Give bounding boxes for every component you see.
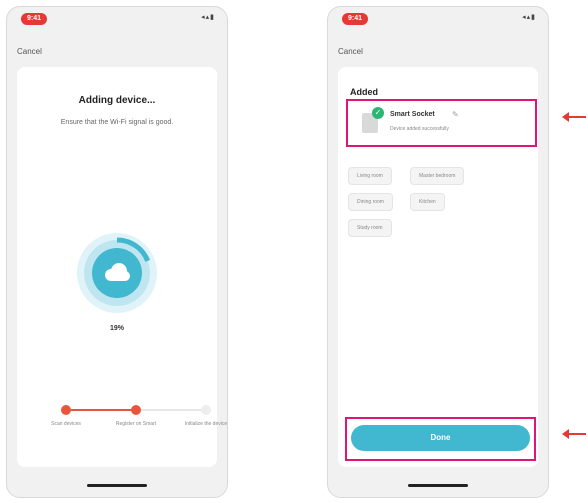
step-dot-register [131,405,141,415]
page-title: Adding device... [78,95,156,106]
room-chip[interactable]: Living room [348,167,392,185]
step-connector-pending [141,409,203,411]
step-label-register: Register on Smart [115,421,157,427]
content-card: Added ✓ Smart Socket ✎ Device added succ… [338,67,538,467]
step-label-initialize: Initialize the device [184,421,228,427]
done-button[interactable]: Done [351,425,530,451]
room-chip-group: Living room Master bedroom Dining room K… [348,167,498,257]
progress-percent: 19% [109,325,124,332]
room-chip[interactable]: Master bedroom [410,167,465,185]
cancel-link[interactable]: Cancel [17,47,42,56]
step-label-scan: Scan devices [51,421,81,427]
cancel-link[interactable]: Cancel [338,47,363,56]
step-dot-scan [61,405,71,415]
pencil-edit-icon[interactable]: ✎ [452,110,459,119]
arrow-left-icon [562,112,586,122]
step-connector-done [71,409,133,411]
signal-wifi-battery-icon: ◂▴▮ [522,14,536,21]
phone-screen-added: 9:41 ◂▴▮ Cancel Added ✓ Smart Socket ✎ D… [327,6,549,498]
progress-ring [77,233,157,313]
room-chip[interactable]: Kitchen [410,193,445,211]
status-bar: 9:41 ◂▴▮ [7,7,227,33]
done-highlight-box: Done [345,417,536,461]
room-chip[interactable]: Dining room [348,193,393,211]
added-title: Added [350,87,378,97]
added-device-item[interactable]: ✓ Smart Socket ✎ Device added successful… [346,99,537,147]
step-dot-initialize [201,405,211,415]
status-bar: 9:41 ◂▴▮ [328,7,548,33]
status-time: 9:41 [21,13,47,25]
room-chip[interactable]: Study room [348,219,392,237]
phone-screen-adding: 9:41 ◂▴▮ Cancel Adding device... Ensure … [6,6,228,498]
arrow-left-icon [562,429,586,439]
signal-wifi-battery-icon: ◂▴▮ [201,14,215,21]
device-name: Smart Socket [390,111,435,118]
page-subtitle: Ensure that the Wi-Fi signal is good. [60,119,174,126]
home-indicator [87,484,147,487]
content-card: Adding device... Ensure that the Wi-Fi s… [17,67,227,467]
home-indicator [408,484,468,487]
device-status: Device added successfully [390,126,449,132]
status-time: 9:41 [342,13,368,25]
progress-stepper: Scan devices Register on Smart Initializ… [29,405,227,445]
check-icon: ✓ [372,107,384,119]
